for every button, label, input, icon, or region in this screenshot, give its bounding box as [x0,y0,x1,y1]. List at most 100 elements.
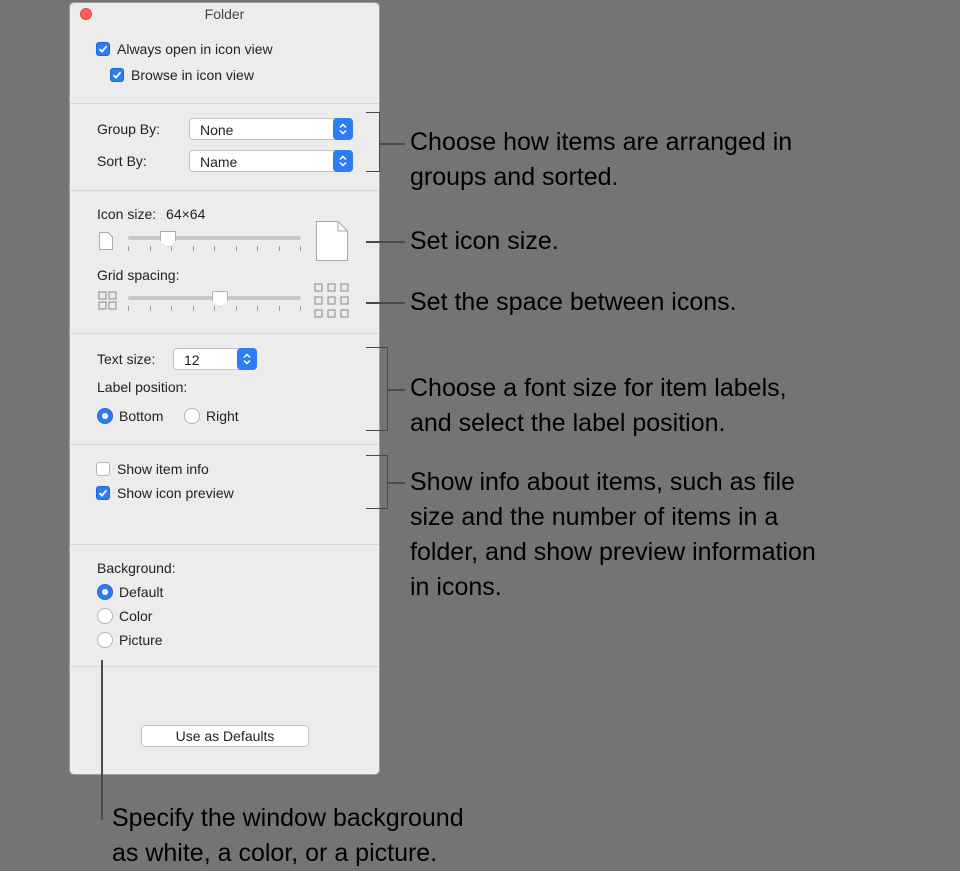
callout-info-line: size and the number of items in a [410,503,779,531]
text-size-value: 12 [184,352,200,368]
picture-radio[interactable] [97,632,113,648]
grid-spacing-ticks [128,306,301,312]
folder-view-options-window: Folder Always open in icon view Browse i… [69,2,380,775]
slider-tick [279,306,280,311]
slider-tick [236,306,237,311]
icon-size-slider-knob[interactable] [160,231,176,247]
use-as-defaults-button[interactable]: Use as Defaults [141,725,309,747]
callout-arrange-line: Choose how items are arranged in [410,128,793,156]
text-size-label: Text size: [97,351,156,367]
picture-label: Picture [119,632,163,648]
background-label: Background: [97,560,176,576]
slider-tick [214,246,215,251]
info-connector [388,482,405,484]
divider [70,103,379,104]
show-item-info-label: Show item info [117,461,209,477]
slider-tick [171,306,172,311]
icon-size-label: Icon size: 64×64 [97,206,205,222]
slider-tick [257,306,258,311]
always-open-row[interactable]: Always open in icon view [96,41,273,57]
updown-arrows-icon [237,348,257,370]
checkmark-icon [98,489,108,497]
slider-tick [236,246,237,251]
slider-tick [214,306,215,311]
label-position-bottom[interactable]: Bottom [97,408,163,424]
updown-arrows-icon [333,150,353,172]
slider-tick [257,246,258,251]
callout-text-line: Choose a font size for item labels, [410,374,787,402]
callout-background: Specify the window background as white, … [112,801,464,871]
icon-size-slider[interactable] [128,236,301,240]
checkmark-icon [98,45,108,53]
large-document-icon [316,221,348,261]
divider [70,666,379,667]
slider-tick [128,246,129,251]
spacing-connector [366,302,405,304]
grid-spacing-slider-knob[interactable] [212,291,228,307]
callout-arrange-line: groups and sorted. [410,163,619,191]
label-position-label: Label position: [97,379,188,395]
title-bar: Folder [70,3,379,26]
icon-size-connector [366,241,405,243]
grid-tight-icon [98,291,117,310]
slider-tick [128,306,129,311]
sort-by-value: Name [200,154,238,170]
window-title: Folder [204,6,245,22]
callout-text-line: and select the label position. [410,409,726,437]
callout-icon-size: Set icon size. [410,227,559,255]
callout-background-line: as white, a color, or a picture. [112,839,438,867]
show-icon-preview-label: Show icon preview [117,485,234,501]
slider-tick [150,246,151,251]
text-size-popup[interactable]: 12 [173,348,257,370]
group-by-popup[interactable]: None [189,118,353,140]
background-default[interactable]: Default [97,584,163,600]
slider-tick [193,246,194,251]
browse-row[interactable]: Browse in icon view [110,67,254,83]
grid-spacing-label: Grid spacing: [97,267,180,283]
label-position-right[interactable]: Right [184,408,239,424]
icon-size-caption: Icon size: [97,206,157,222]
default-radio[interactable] [97,584,113,600]
bottom-radio[interactable] [97,408,113,424]
callout-text: Choose a font size for item labels, and … [410,371,787,441]
slider-tick [279,246,280,251]
right-label: Right [206,408,239,424]
background-color[interactable]: Color [97,608,152,624]
icon-size-ticks [128,246,301,252]
divider [70,333,379,334]
divider [70,190,379,191]
bottom-label: Bottom [119,408,164,424]
info-bracket [366,455,388,509]
updown-arrows-icon [333,118,353,140]
callout-info-line: folder, and show preview information [410,538,816,566]
sort-by-popup[interactable]: Name [189,150,353,172]
slider-tick [300,246,301,251]
always-open-label: Always open in icon view [117,41,273,57]
small-document-icon [99,232,113,250]
browse-checkbox[interactable] [110,68,124,82]
slider-tick [150,306,151,311]
callout-background-line: Specify the window background [112,804,464,832]
text-bracket [366,347,388,431]
color-radio[interactable] [97,608,113,624]
callout-spacing: Set the space between icons. [410,288,737,316]
text-connector [388,389,405,391]
callout-info-line: in icons. [410,573,502,601]
arrange-bracket [366,112,380,172]
background-connector [101,660,103,820]
right-radio[interactable] [184,408,200,424]
show-icon-preview-row[interactable]: Show icon preview [96,485,234,501]
always-open-checkbox[interactable] [96,42,110,56]
default-label: Default [119,584,164,600]
show-item-info-row[interactable]: Show item info [96,461,209,477]
callout-arrange: Choose how items are arranged in groups … [410,125,792,195]
show-icon-preview-checkbox[interactable] [96,486,110,500]
show-item-info-checkbox[interactable] [96,462,110,476]
background-picture[interactable]: Picture [97,632,163,648]
sort-by-label: Sort By: [97,153,147,169]
divider [70,544,379,545]
callout-info: Show info about items, such as file size… [410,465,816,605]
group-by-label: Group By: [97,121,161,137]
group-by-value: None [200,122,234,138]
slider-tick [193,306,194,311]
